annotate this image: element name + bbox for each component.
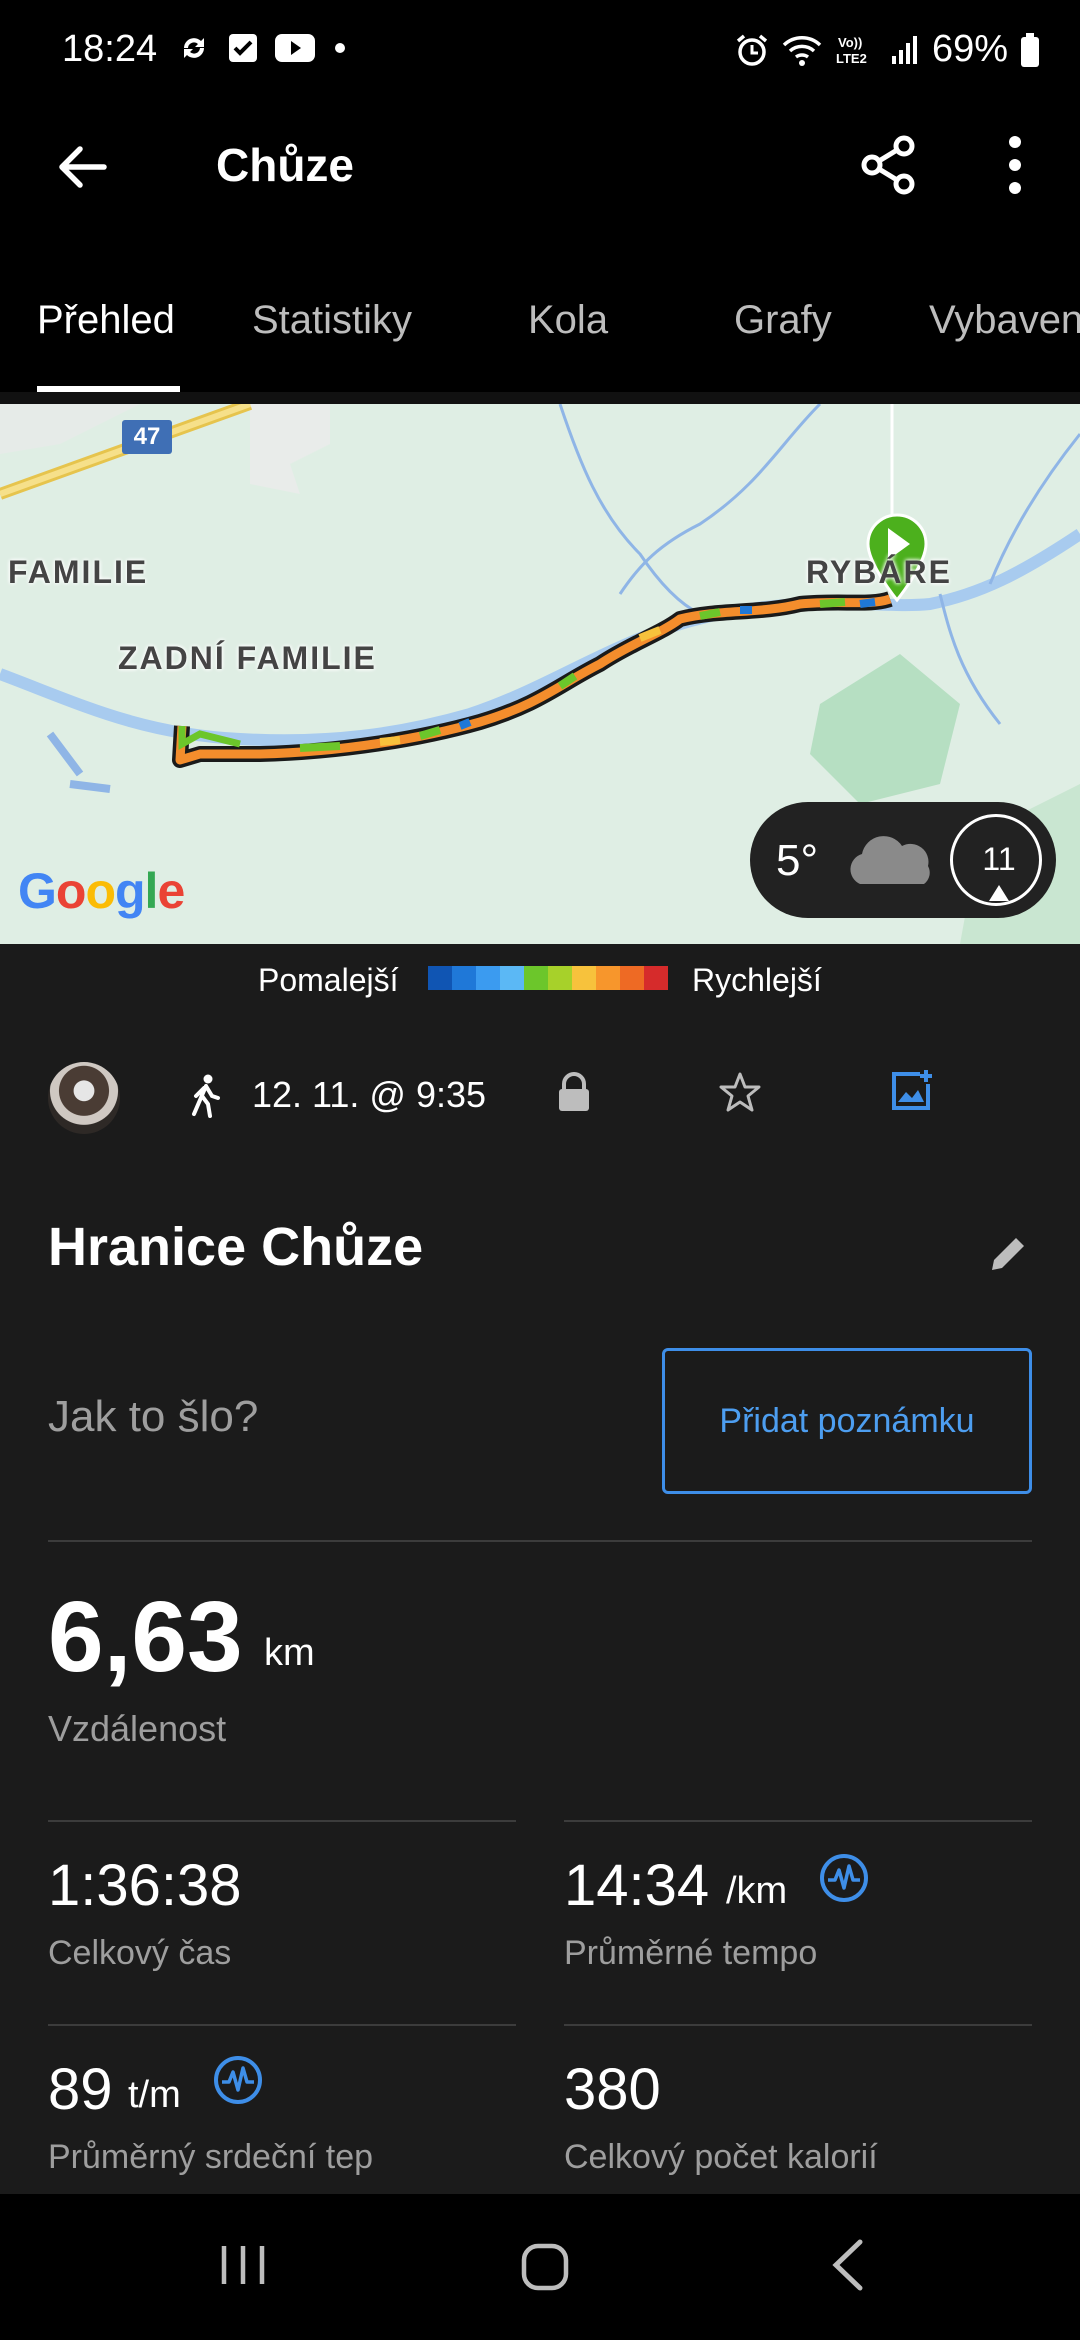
more-vertical-icon [1009,136,1021,194]
legend-color-swatch [548,966,572,990]
svg-text:Vo)): Vo)) [838,35,862,50]
system-nav-bar [0,2194,1080,2340]
distance-label: Vzdálenost [48,1708,227,1749]
activity-overview: 12. 11. @ 9:35 Hranice Chůze Jak to šlo?… [0,1014,1080,2194]
tab-bar: Přehled Statistiky Kola Grafy Vybaven [0,262,1080,392]
arrow-left-icon [59,146,107,188]
road-number-badge: 47 [122,420,172,454]
weather-temperature: 5° [776,836,819,885]
total-time-value: 1:36:38 [48,1853,242,1918]
map-label-familie: FAMILIE [8,554,149,590]
edit-icon[interactable] [986,1232,1030,1276]
legend-color-swatch [452,966,476,990]
legend-color-swatch [644,966,668,990]
tab-graphs[interactable]: Grafy [734,298,832,343]
avg-pace-value: 14:34 [564,1853,710,1918]
divider [48,1820,516,1822]
pace-chart-icon[interactable] [818,1852,870,1904]
legend-color-swatch [476,966,500,990]
calories-label: Celkový počet kalorií [564,2138,878,2176]
app-bar: Chůze [0,104,1080,228]
avg-pace-unit: /km [726,1870,788,1912]
legend-color-swatch [572,966,596,990]
tab-statistics[interactable]: Statistiky [252,298,412,343]
tabs-divider [0,392,1080,404]
battery-icon [1021,32,1039,67]
checkbox-icon [229,34,257,62]
star-icon[interactable] [718,1070,762,1114]
more-options-button[interactable] [990,132,1040,198]
wind-speed: 11 [982,841,1016,877]
tab-equipment[interactable]: Vybaven [929,298,1080,343]
divider [48,2024,516,2026]
legend-color-swatch [428,966,452,990]
notification-icons [176,30,350,66]
legend-slow-label: Pomalejší [258,962,399,998]
page-title: Chůze [216,139,354,191]
share-button[interactable] [856,132,922,198]
sync-icon [184,38,204,58]
google-logo: Google [18,863,185,919]
nav-back-icon[interactable] [828,2238,868,2292]
youtube-icon [275,34,315,62]
wind-direction-icon [989,885,1009,901]
status-bar: 18:24 Vo)) LTE2 69% [0,0,1080,104]
divider [564,1820,1032,1822]
wind-indicator: 11 [950,814,1042,906]
weather-widget[interactable]: 5° 11 [750,802,1056,918]
battery-percent: 69% [931,28,1008,70]
share-icon [861,135,915,195]
dot-icon [335,43,345,53]
avg-pace-label: Průměrné tempo [564,1934,818,1972]
legend-color-bar [428,966,668,990]
divider [48,1540,1032,1542]
map-label-rybare: RYBÁRE [806,554,952,590]
map-label-zadni-familie: ZADNÍ FAMILIE [118,640,377,676]
legend-color-swatch [524,966,548,990]
divider [564,2024,1032,2026]
avatar[interactable] [48,1062,120,1134]
recent-apps-icon[interactable] [218,2240,268,2290]
cloud-icon [850,836,930,884]
legend-color-swatch [620,966,644,990]
legend-fast-label: Rychlejší [692,962,822,998]
lock-icon[interactable] [554,1070,594,1114]
legend-color-swatch [500,966,524,990]
add-note-button[interactable]: Přidat poznámku [662,1348,1032,1494]
route-map[interactable]: 47 FAMILIE ZADNÍ FAMILIE RYBÁRE Google 5… [0,404,1080,944]
tab-overview[interactable]: Přehled [37,298,175,343]
walking-icon [192,1074,220,1118]
volte-icon: Vo))LTE2 [836,35,867,66]
alarm-icon [736,34,768,66]
signal-icon [891,35,917,64]
avg-hr-value: 89 [48,2057,113,2122]
add-photo-icon[interactable] [888,1068,934,1114]
status-time: 18:24 [62,28,158,70]
svg-text:LTE2: LTE2 [836,51,867,66]
activity-date: 12. 11. @ 9:35 [252,1074,487,1115]
heart-rate-chart-icon[interactable] [212,2054,264,2106]
wifi-icon [782,35,822,66]
distance-unit: km [264,1632,315,1674]
home-icon[interactable] [520,2242,570,2292]
avg-hr-label: Průměrný srdeční tep [48,2138,374,2176]
activity-name: Hranice Chůze [48,1217,424,1277]
total-time-label: Celkový čas [48,1934,232,1972]
feedback-prompt: Jak to šlo? [48,1392,259,1441]
back-button[interactable] [50,134,116,200]
tab-laps[interactable]: Kola [528,298,608,343]
speed-legend: Pomalejší Rychlejší [0,944,1080,1014]
legend-color-swatch [596,966,620,990]
avg-hr-unit: t/m [128,2074,181,2116]
distance-value: 6,63 [48,1581,243,1693]
calories-value: 380 [564,2057,661,2122]
system-icons: Vo)) LTE2 69% [734,28,1040,71]
